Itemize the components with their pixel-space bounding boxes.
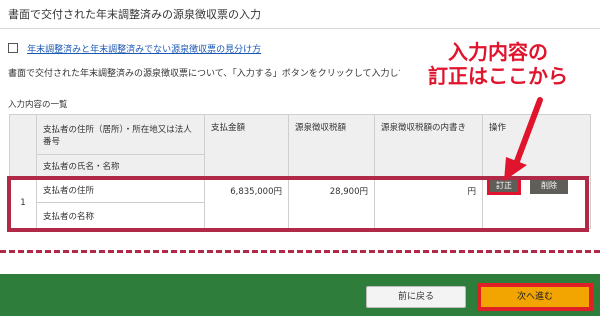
row-withholding-detail: 円	[374, 176, 483, 229]
back-button[interactable]: 前に戻る	[366, 286, 466, 308]
row-amount: 6,835,000円	[204, 176, 289, 229]
table-caption: 入力内容の一覧	[8, 100, 68, 110]
header-payer-name: 支払者の氏名・名称	[36, 154, 205, 177]
next-button[interactable]: 次へ進む	[481, 287, 589, 307]
edit-button[interactable]: 訂正	[487, 177, 521, 195]
delete-button[interactable]: 削除	[530, 178, 568, 194]
row-payer-address: 支払者の住所	[36, 176, 205, 203]
header-no	[9, 114, 37, 177]
row-number: 1	[9, 176, 37, 229]
table-row: 1 支払者の住所 6,835,000円 28,900円 円 訂正 削除	[9, 176, 591, 229]
page-header: 書面で交付された年末調整済みの源泉徴収票の入力	[0, 0, 600, 29]
header-withholding-detail: 源泉徴収税額の内書き	[374, 114, 483, 177]
withholding-slip-table: 支払者の住所（居所）・所在地又は法人番号 支払金額 源泉徴収税額 源泉徴収税額の…	[9, 114, 591, 229]
guide-link-row[interactable]: 年末調整済みと年末調整済みでない源泉徴収票の見分け方	[8, 38, 261, 55]
row-withholding: 28,900円	[288, 176, 375, 229]
next-button-highlight: 次へ進む	[477, 283, 593, 311]
row-operations: 訂正 削除	[482, 176, 591, 229]
header-withholding: 源泉徴収税額	[288, 114, 375, 177]
header-operations: 操作	[482, 114, 591, 177]
header-payer-address: 支払者の住所（居所）・所在地又は法人番号	[36, 114, 205, 155]
dashed-divider	[0, 250, 600, 253]
instruction-text: 書面で交付された年末調整済みの源泉徴収票について、「入力する」ボタンをクリックし…	[8, 69, 418, 79]
header-amount: 支払金額	[204, 114, 289, 177]
row-operations-buttons: 訂正 削除	[487, 177, 586, 195]
annotation-line-1: 入力内容の	[448, 40, 548, 64]
page-title: 書面で交付された年末調整済みの源泉徴収票の入力	[8, 8, 261, 21]
row-payer-name: 支払者の名称	[36, 202, 205, 229]
annotation-line-2: 訂正はここから	[428, 64, 568, 88]
guide-link[interactable]: 年末調整済みと年末調整済みでない源泉徴収票の見分け方	[27, 45, 261, 55]
annotation-callout: 入力内容の 訂正はここから	[400, 40, 596, 92]
document-link-icon	[8, 42, 18, 53]
